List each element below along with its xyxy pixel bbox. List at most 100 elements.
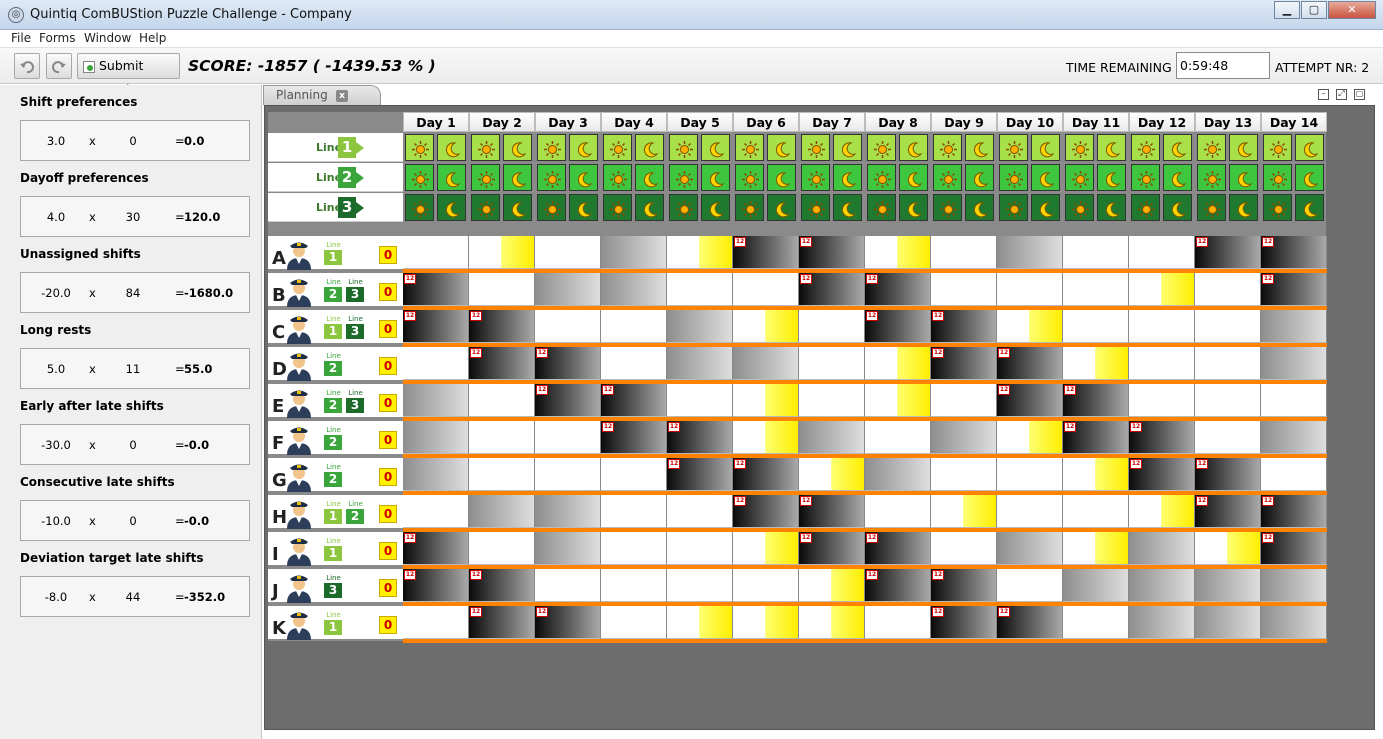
assigned-shift-cell[interactable]: 12 [469, 310, 535, 343]
preference-day-cell[interactable] [1129, 273, 1195, 306]
day-off-cell[interactable] [997, 236, 1063, 269]
empty-day-cell[interactable] [403, 495, 469, 528]
early-shift-cell[interactable] [1197, 194, 1226, 221]
assigned-shift-cell[interactable]: 12 [601, 421, 667, 454]
menu-file[interactable]: File [11, 31, 31, 45]
empty-day-cell[interactable] [931, 384, 997, 417]
late-shift-cell[interactable] [569, 134, 598, 161]
assigned-shift-cell[interactable]: 12 [1261, 495, 1327, 528]
empty-day-cell[interactable] [1195, 384, 1261, 417]
assigned-shift-cell[interactable]: 12 [1063, 384, 1129, 417]
early-shift-cell[interactable] [669, 164, 698, 191]
empty-day-cell[interactable] [799, 310, 865, 343]
assigned-shift-cell[interactable]: 12 [535, 384, 601, 417]
early-shift-cell[interactable] [669, 134, 698, 161]
preference-day-cell[interactable] [733, 310, 799, 343]
assigned-shift-cell[interactable]: 12 [469, 606, 535, 639]
empty-day-cell[interactable] [1063, 310, 1129, 343]
early-shift-cell[interactable] [867, 134, 896, 161]
early-shift-cell[interactable] [405, 194, 434, 221]
late-shift-cell[interactable] [965, 194, 994, 221]
late-shift-cell[interactable] [635, 164, 664, 191]
empty-day-cell[interactable] [997, 495, 1063, 528]
day-off-cell[interactable] [601, 273, 667, 306]
empty-day-cell[interactable] [667, 569, 733, 602]
early-shift-cell[interactable] [537, 194, 566, 221]
empty-day-cell[interactable] [1063, 495, 1129, 528]
empty-day-cell[interactable] [865, 495, 931, 528]
early-shift-cell[interactable] [867, 164, 896, 191]
early-shift-cell[interactable] [669, 194, 698, 221]
empty-day-cell[interactable] [601, 458, 667, 491]
early-shift-cell[interactable] [405, 134, 434, 161]
assigned-shift-cell[interactable]: 12 [403, 569, 469, 602]
early-shift-cell[interactable] [1197, 134, 1226, 161]
day-off-cell[interactable] [997, 532, 1063, 565]
late-shift-cell[interactable] [1097, 134, 1126, 161]
preference-day-cell[interactable] [733, 421, 799, 454]
day-off-cell[interactable] [1195, 606, 1261, 639]
late-shift-cell[interactable] [503, 164, 532, 191]
assigned-shift-cell[interactable]: 12 [1063, 421, 1129, 454]
day-off-cell[interactable] [535, 532, 601, 565]
assigned-shift-cell[interactable]: 12 [1195, 495, 1261, 528]
empty-day-cell[interactable] [601, 310, 667, 343]
empty-day-cell[interactable] [997, 458, 1063, 491]
assigned-shift-cell[interactable]: 12 [1129, 458, 1195, 491]
late-shift-cell[interactable] [503, 194, 532, 221]
late-shift-cell[interactable] [569, 164, 598, 191]
assigned-shift-cell[interactable]: 12 [667, 421, 733, 454]
empty-day-cell[interactable] [1129, 347, 1195, 380]
assigned-shift-cell[interactable]: 12 [931, 569, 997, 602]
early-shift-cell[interactable] [471, 134, 500, 161]
assigned-shift-cell[interactable]: 12 [931, 606, 997, 639]
empty-day-cell[interactable] [1063, 606, 1129, 639]
day-off-cell[interactable] [667, 347, 733, 380]
assigned-shift-cell[interactable]: 12 [469, 347, 535, 380]
late-shift-cell[interactable] [569, 194, 598, 221]
assigned-shift-cell[interactable]: 12 [733, 495, 799, 528]
day-off-cell[interactable] [667, 310, 733, 343]
early-shift-cell[interactable] [405, 164, 434, 191]
preference-day-cell[interactable] [865, 384, 931, 417]
early-shift-cell[interactable] [1131, 164, 1160, 191]
early-shift-cell[interactable] [801, 194, 830, 221]
early-shift-cell[interactable] [537, 134, 566, 161]
empty-day-cell[interactable] [601, 532, 667, 565]
assigned-shift-cell[interactable]: 12 [931, 347, 997, 380]
empty-day-cell[interactable] [601, 606, 667, 639]
assigned-shift-cell[interactable]: 12 [1129, 421, 1195, 454]
tab-close-icon[interactable]: x [336, 90, 348, 102]
empty-day-cell[interactable] [1129, 310, 1195, 343]
early-shift-cell[interactable] [1263, 134, 1292, 161]
empty-day-cell[interactable] [733, 569, 799, 602]
early-shift-cell[interactable] [933, 164, 962, 191]
day-off-cell[interactable] [1129, 606, 1195, 639]
day-off-cell[interactable] [799, 421, 865, 454]
empty-day-cell[interactable] [865, 606, 931, 639]
empty-day-cell[interactable] [403, 347, 469, 380]
late-shift-cell[interactable] [437, 134, 466, 161]
early-shift-cell[interactable] [1263, 194, 1292, 221]
late-shift-cell[interactable] [1031, 134, 1060, 161]
assigned-shift-cell[interactable]: 12 [865, 532, 931, 565]
late-shift-cell[interactable] [1163, 164, 1192, 191]
assigned-shift-cell[interactable]: 12 [1261, 532, 1327, 565]
panel-minimize-icon[interactable]: – [1318, 89, 1329, 100]
empty-day-cell[interactable] [667, 495, 733, 528]
day-off-cell[interactable] [1129, 569, 1195, 602]
late-shift-cell[interactable] [1229, 134, 1258, 161]
day-off-cell[interactable] [865, 458, 931, 491]
assigned-shift-cell[interactable]: 12 [1261, 236, 1327, 269]
late-shift-cell[interactable] [1295, 134, 1324, 161]
empty-day-cell[interactable] [733, 273, 799, 306]
day-off-cell[interactable] [1261, 569, 1327, 602]
day-off-cell[interactable] [1261, 347, 1327, 380]
late-shift-cell[interactable] [1229, 164, 1258, 191]
preference-day-cell[interactable] [799, 569, 865, 602]
empty-day-cell[interactable] [601, 495, 667, 528]
early-shift-cell[interactable] [537, 164, 566, 191]
early-shift-cell[interactable] [933, 134, 962, 161]
preference-day-cell[interactable] [931, 495, 997, 528]
assigned-shift-cell[interactable]: 12 [535, 606, 601, 639]
